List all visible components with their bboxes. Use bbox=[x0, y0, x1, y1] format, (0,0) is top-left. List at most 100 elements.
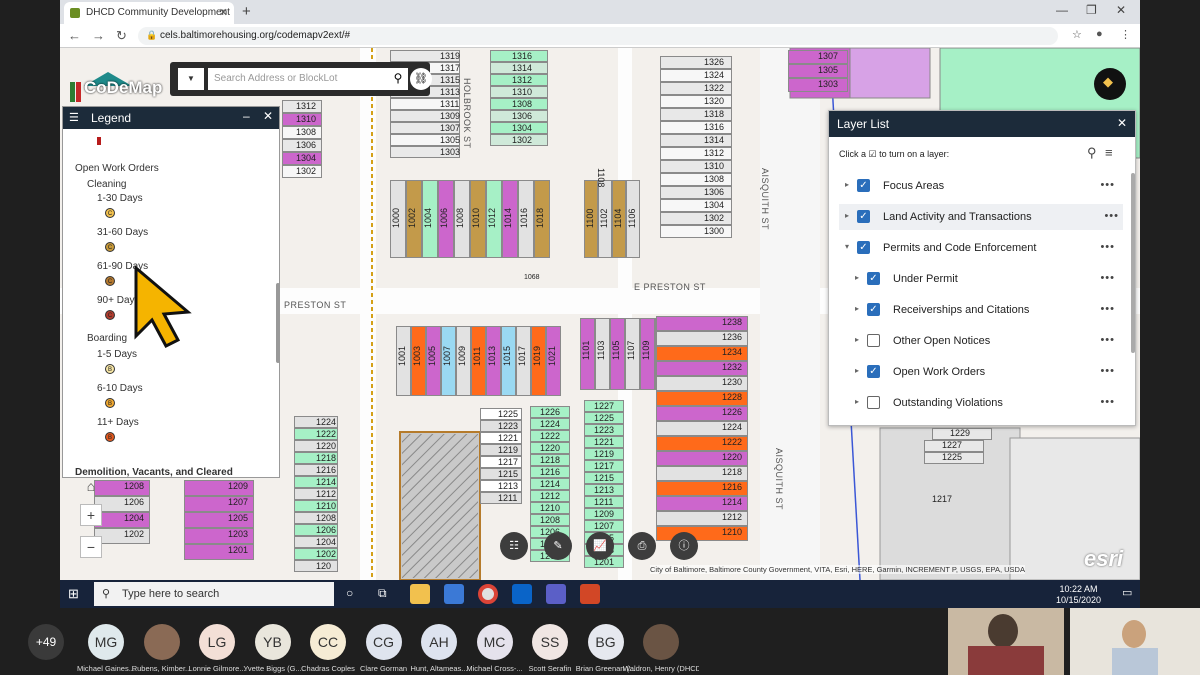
cortana-icon[interactable]: ○ bbox=[346, 586, 353, 600]
participant-avatar[interactable]: YB bbox=[254, 624, 291, 660]
person-shirt bbox=[968, 646, 1044, 675]
participant-avatar[interactable]: AH bbox=[421, 624, 457, 660]
layer-options-icon[interactable]: ••• bbox=[1100, 303, 1115, 315]
street-vertical-left bbox=[360, 48, 376, 580]
star-icon[interactable]: ☆ bbox=[1072, 28, 1082, 41]
close-layer-list-icon[interactable]: ✕ bbox=[1117, 116, 1127, 130]
participant-avatar[interactable]: BG bbox=[587, 624, 624, 660]
mail-icon[interactable] bbox=[444, 584, 464, 604]
expand-caret-icon[interactable]: ▸ bbox=[855, 304, 859, 313]
task-view-icon[interactable]: ⧉ bbox=[378, 586, 387, 601]
layer-label: Other Open Notices bbox=[893, 335, 991, 347]
powerpoint-icon[interactable] bbox=[580, 584, 600, 604]
layer-checkbox[interactable]: ✓ bbox=[857, 179, 870, 192]
layer-row[interactable]: ▸ ✓ Open Work Orders ••• bbox=[829, 359, 1119, 385]
zoom-in-button[interactable]: + bbox=[80, 504, 102, 526]
system-clock[interactable]: 10:22 AM 10/15/2020 bbox=[1056, 584, 1101, 606]
layer-options-icon[interactable]: ••• bbox=[1100, 396, 1115, 408]
layer-checkbox[interactable] bbox=[867, 396, 880, 409]
lot-number: 1211 bbox=[498, 493, 518, 503]
back-icon[interactable]: ← bbox=[68, 28, 81, 43]
layer-options-icon[interactable]: ••• bbox=[1100, 241, 1115, 253]
layer-checkbox[interactable]: ✓ bbox=[867, 365, 880, 378]
key-list-icon[interactable]: ☷ bbox=[500, 532, 528, 560]
layer-options-icon[interactable]: ••• bbox=[1100, 334, 1115, 346]
participant-avatar[interactable]: SS bbox=[532, 624, 568, 660]
layer-row[interactable]: ▸ ✓ Receiverships and Citations ••• bbox=[829, 297, 1119, 323]
expand-caret-icon[interactable]: ▸ bbox=[845, 211, 849, 220]
close-panel-icon[interactable]: ✕ bbox=[263, 109, 273, 123]
participant-avatar[interactable]: CC bbox=[310, 624, 346, 660]
layer-options-icon[interactable]: ••• bbox=[1100, 272, 1115, 284]
notifications-icon[interactable]: ▭ bbox=[1122, 586, 1132, 599]
layer-row[interactable]: ▾ ✓ Permits and Code Enforcement ••• bbox=[829, 235, 1119, 261]
restore-icon[interactable]: ❐ bbox=[1086, 3, 1097, 17]
layer-options-icon[interactable]: ••• bbox=[1104, 210, 1119, 222]
layer-checkbox[interactable]: ✓ bbox=[867, 272, 880, 285]
layer-row[interactable]: ▸ ✓ Under Permit ••• bbox=[829, 266, 1119, 292]
outlook-icon[interactable] bbox=[512, 584, 532, 604]
reload-icon[interactable]: ↻ bbox=[116, 28, 127, 44]
layer-row[interactable]: ▸ Outstanding Violations ••• bbox=[829, 390, 1119, 416]
layer-options-icon[interactable]: ••• bbox=[1100, 365, 1115, 377]
participant-avatar[interactable] bbox=[143, 624, 180, 660]
menu-icon[interactable]: ⋮ bbox=[1120, 28, 1131, 41]
forward-icon[interactable]: → bbox=[92, 28, 105, 43]
layer-row[interactable]: ▸ ✓ Land Activity and Transactions ••• bbox=[839, 204, 1123, 230]
taskbar-search[interactable]: ⚲ Type here to search bbox=[94, 582, 334, 606]
expand-caret-icon[interactable]: ▸ bbox=[855, 397, 859, 406]
more-participants-button[interactable]: +49 bbox=[28, 624, 64, 660]
layer-list-scrollbar[interactable] bbox=[1131, 173, 1135, 353]
home-icon[interactable]: ⌂ bbox=[80, 476, 102, 498]
search-source-dropdown[interactable]: ▼ bbox=[178, 68, 204, 90]
teams-icon[interactable] bbox=[546, 584, 566, 604]
new-tab-icon[interactable]: + bbox=[242, 3, 251, 20]
brush-icon[interactable]: ✎ bbox=[544, 532, 572, 560]
link-icon[interactable]: ⛓ bbox=[410, 68, 432, 90]
close-window-icon[interactable]: ✕ bbox=[1116, 3, 1126, 17]
expand-caret-icon[interactable]: ▾ bbox=[845, 242, 849, 251]
url-text: cels.baltimorehousing.org/codemapv2ext/# bbox=[160, 30, 351, 41]
expand-caret-icon[interactable]: ▸ bbox=[855, 366, 859, 375]
chart-icon[interactable]: 📈 bbox=[586, 532, 614, 560]
map-canvas[interactable]: E PRESTON ST PRESTON ST HOLBROOK ST HOLB… bbox=[60, 48, 1140, 580]
layer-row[interactable]: ▸ Other Open Notices ••• bbox=[829, 328, 1119, 354]
browser-tab-bar: DHCD Community Development ✕ + — ❐ ✕ bbox=[60, 0, 1140, 24]
layer-checkbox[interactable]: ✓ bbox=[867, 303, 880, 316]
info-icon[interactable]: ⓘ bbox=[670, 532, 698, 560]
minimize-panel-icon[interactable]: – bbox=[243, 109, 250, 123]
participant-avatar[interactable]: MC bbox=[476, 624, 513, 660]
search-input[interactable]: Search Address or BlockLot bbox=[208, 68, 388, 90]
print-icon[interactable]: ⎙ bbox=[628, 532, 656, 560]
minimize-icon[interactable]: — bbox=[1056, 3, 1068, 17]
layer-row[interactable]: ▸ ✓ Focus Areas ••• bbox=[829, 173, 1119, 199]
lot-number: 1218 bbox=[316, 453, 337, 463]
participant-avatar[interactable]: LG bbox=[199, 624, 235, 660]
layer-options-icon[interactable]: ••• bbox=[1100, 179, 1115, 191]
filter-icon[interactable]: ≡ bbox=[1105, 145, 1113, 160]
zoom-out-button[interactable]: − bbox=[80, 536, 102, 558]
lot-number: 1213 bbox=[594, 485, 615, 495]
close-tab-icon[interactable]: ✕ bbox=[219, 6, 228, 19]
windows-start-icon[interactable]: ⊞ bbox=[68, 586, 79, 602]
legend-scrollbar[interactable] bbox=[276, 283, 280, 363]
participant-avatar[interactable] bbox=[643, 624, 679, 660]
layer-checkbox[interactable] bbox=[867, 334, 880, 347]
chrome-icon[interactable] bbox=[478, 584, 498, 604]
search-icon[interactable]: ⚲ bbox=[1087, 145, 1097, 161]
url-field[interactable]: 🔒 cels.baltimorehousing.org/codemapv2ext… bbox=[138, 27, 1058, 45]
basemap-gallery-button[interactable]: ◆ bbox=[1094, 68, 1126, 100]
lot-number: 1002 bbox=[407, 207, 417, 228]
layer-checkbox[interactable]: ✓ bbox=[857, 210, 870, 223]
search-icon[interactable]: ⚲ bbox=[388, 68, 408, 90]
expand-caret-icon[interactable]: ▸ bbox=[855, 335, 859, 344]
participant-avatar[interactable]: CG bbox=[365, 624, 402, 660]
profile-icon[interactable]: ● bbox=[1096, 28, 1103, 40]
file-explorer-icon[interactable] bbox=[410, 584, 430, 604]
expand-caret-icon[interactable]: ▸ bbox=[845, 180, 849, 189]
expand-caret-icon[interactable]: ▸ bbox=[855, 273, 859, 282]
layer-checkbox[interactable]: ✓ bbox=[857, 241, 870, 254]
lot-number: 1227 bbox=[594, 401, 615, 411]
browser-tab[interactable]: DHCD Community Development ✕ bbox=[64, 2, 234, 24]
participant-avatar[interactable]: MG bbox=[88, 624, 124, 660]
